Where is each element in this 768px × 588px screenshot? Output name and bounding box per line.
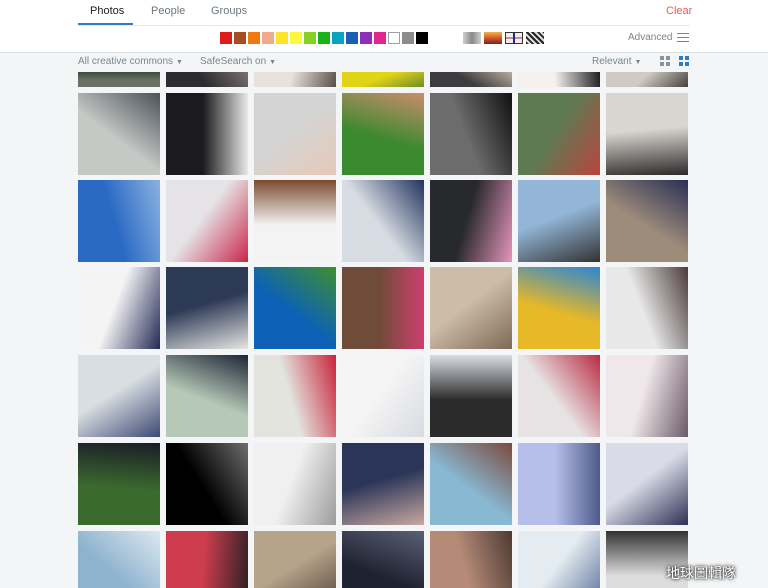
photo-thumbnail[interactable] <box>606 72 688 87</box>
tab-divider <box>78 25 690 26</box>
photo-thumbnail[interactable] <box>430 180 512 262</box>
search-header: Photos People Groups Clear Advanced <box>0 0 768 53</box>
photo-thumbnail[interactable] <box>78 355 160 437</box>
photo-thumbnail[interactable] <box>78 72 160 87</box>
tab-photos[interactable]: Photos <box>90 5 124 17</box>
clear-button[interactable]: Clear <box>666 5 692 17</box>
color-swatch[interactable] <box>220 32 232 44</box>
photo-thumbnail[interactable] <box>166 72 248 87</box>
advanced-settings-icon[interactable] <box>677 33 689 43</box>
color-swatch[interactable] <box>388 32 400 44</box>
photo-thumbnail[interactable] <box>166 180 248 262</box>
photo-thumbnail[interactable] <box>606 443 688 525</box>
photo-thumbnail[interactable] <box>342 72 424 87</box>
photo-thumbnail[interactable] <box>254 443 336 525</box>
photo-thumbnail[interactable] <box>78 180 160 262</box>
chevron-down-icon: ▼ <box>176 59 183 66</box>
photo-thumbnail[interactable] <box>430 443 512 525</box>
safesearch-dropdown[interactable]: SafeSearch on ▼ <box>200 56 276 67</box>
photo-thumbnail[interactable] <box>430 355 512 437</box>
photo-thumbnail[interactable] <box>518 531 600 588</box>
photo-thumbnail[interactable] <box>166 93 248 175</box>
color-swatch[interactable] <box>318 32 330 44</box>
photo-thumbnail[interactable] <box>518 267 600 349</box>
filter-bar: All creative commons ▼ SafeSearch on ▼ Rel… <box>0 53 768 71</box>
photo-thumbnail[interactable] <box>166 443 248 525</box>
color-swatch[interactable] <box>248 32 260 44</box>
color-swatch[interactable] <box>402 32 414 44</box>
minimalist-style-button[interactable] <box>505 32 523 44</box>
photo-thumbnail[interactable] <box>342 531 424 588</box>
sort-dropdown[interactable]: Relevant ▼ <box>592 56 641 67</box>
photo-thumbnail[interactable] <box>166 355 248 437</box>
photo-thumbnail[interactable] <box>166 531 248 588</box>
color-swatch[interactable] <box>332 32 344 44</box>
chevron-down-icon: ▼ <box>269 59 277 66</box>
small-grid-view-icon[interactable] <box>660 56 670 66</box>
photo-thumbnail[interactable] <box>342 443 424 525</box>
photo-thumbnail[interactable] <box>254 180 336 262</box>
chevron-down-icon: ▼ <box>634 59 642 66</box>
photo-thumbnail[interactable] <box>342 180 424 262</box>
photo-thumbnail[interactable] <box>78 443 160 525</box>
color-filter-bar <box>220 32 428 44</box>
photo-thumbnail[interactable] <box>78 531 160 588</box>
tab-groups[interactable]: Groups <box>211 5 247 17</box>
tab-people[interactable]: People <box>151 5 185 17</box>
color-swatch[interactable] <box>290 32 302 44</box>
watermark-logo: 地球圖輯隊 <box>666 565 736 581</box>
color-swatch[interactable] <box>416 32 428 44</box>
patterns-style-button[interactable] <box>526 32 544 44</box>
photo-thumbnail[interactable] <box>78 267 160 349</box>
photo-thumbnail[interactable] <box>430 72 512 87</box>
photo-thumbnail[interactable] <box>342 93 424 175</box>
photo-thumbnail[interactable] <box>518 72 600 87</box>
photo-grid <box>78 72 690 588</box>
photo-thumbnail[interactable] <box>254 531 336 588</box>
photo-thumbnail[interactable] <box>518 180 600 262</box>
photo-thumbnail[interactable] <box>518 93 600 175</box>
photo-thumbnail[interactable] <box>606 180 688 262</box>
photo-thumbnail[interactable] <box>430 531 512 588</box>
color-swatch[interactable] <box>346 32 358 44</box>
photo-thumbnail[interactable] <box>254 93 336 175</box>
photo-thumbnail[interactable] <box>518 355 600 437</box>
color-swatch[interactable] <box>234 32 246 44</box>
shallow-depth-of-field-style-button[interactable] <box>484 32 502 44</box>
photo-thumbnail[interactable] <box>78 93 160 175</box>
safesearch-dropdown-label: SafeSearch on <box>200 56 267 67</box>
photo-thumbnail[interactable] <box>606 267 688 349</box>
photo-thumbnail[interactable] <box>606 355 688 437</box>
license-dropdown[interactable]: All creative commons ▼ <box>78 56 183 67</box>
sort-dropdown-label: Relevant <box>592 56 632 67</box>
color-swatch[interactable] <box>374 32 386 44</box>
photo-thumbnail[interactable] <box>254 72 336 87</box>
photo-thumbnail[interactable] <box>430 93 512 175</box>
color-swatch[interactable] <box>304 32 316 44</box>
style-filter-bar <box>463 32 544 44</box>
photo-thumbnail[interactable] <box>254 267 336 349</box>
photo-thumbnail[interactable] <box>342 355 424 437</box>
license-dropdown-label: All creative commons <box>78 56 174 67</box>
photo-thumbnail[interactable] <box>606 93 688 175</box>
large-grid-view-icon[interactable] <box>679 56 689 66</box>
photo-thumbnail[interactable] <box>342 267 424 349</box>
photo-thumbnail[interactable] <box>430 267 512 349</box>
photo-thumbnail[interactable] <box>166 267 248 349</box>
color-swatch[interactable] <box>360 32 372 44</box>
photo-thumbnail[interactable] <box>254 355 336 437</box>
advanced-label[interactable]: Advanced <box>628 32 672 43</box>
color-swatch[interactable] <box>276 32 288 44</box>
photo-thumbnail[interactable] <box>518 443 600 525</box>
black-and-white-style-button[interactable] <box>463 32 481 44</box>
color-swatch[interactable] <box>262 32 274 44</box>
